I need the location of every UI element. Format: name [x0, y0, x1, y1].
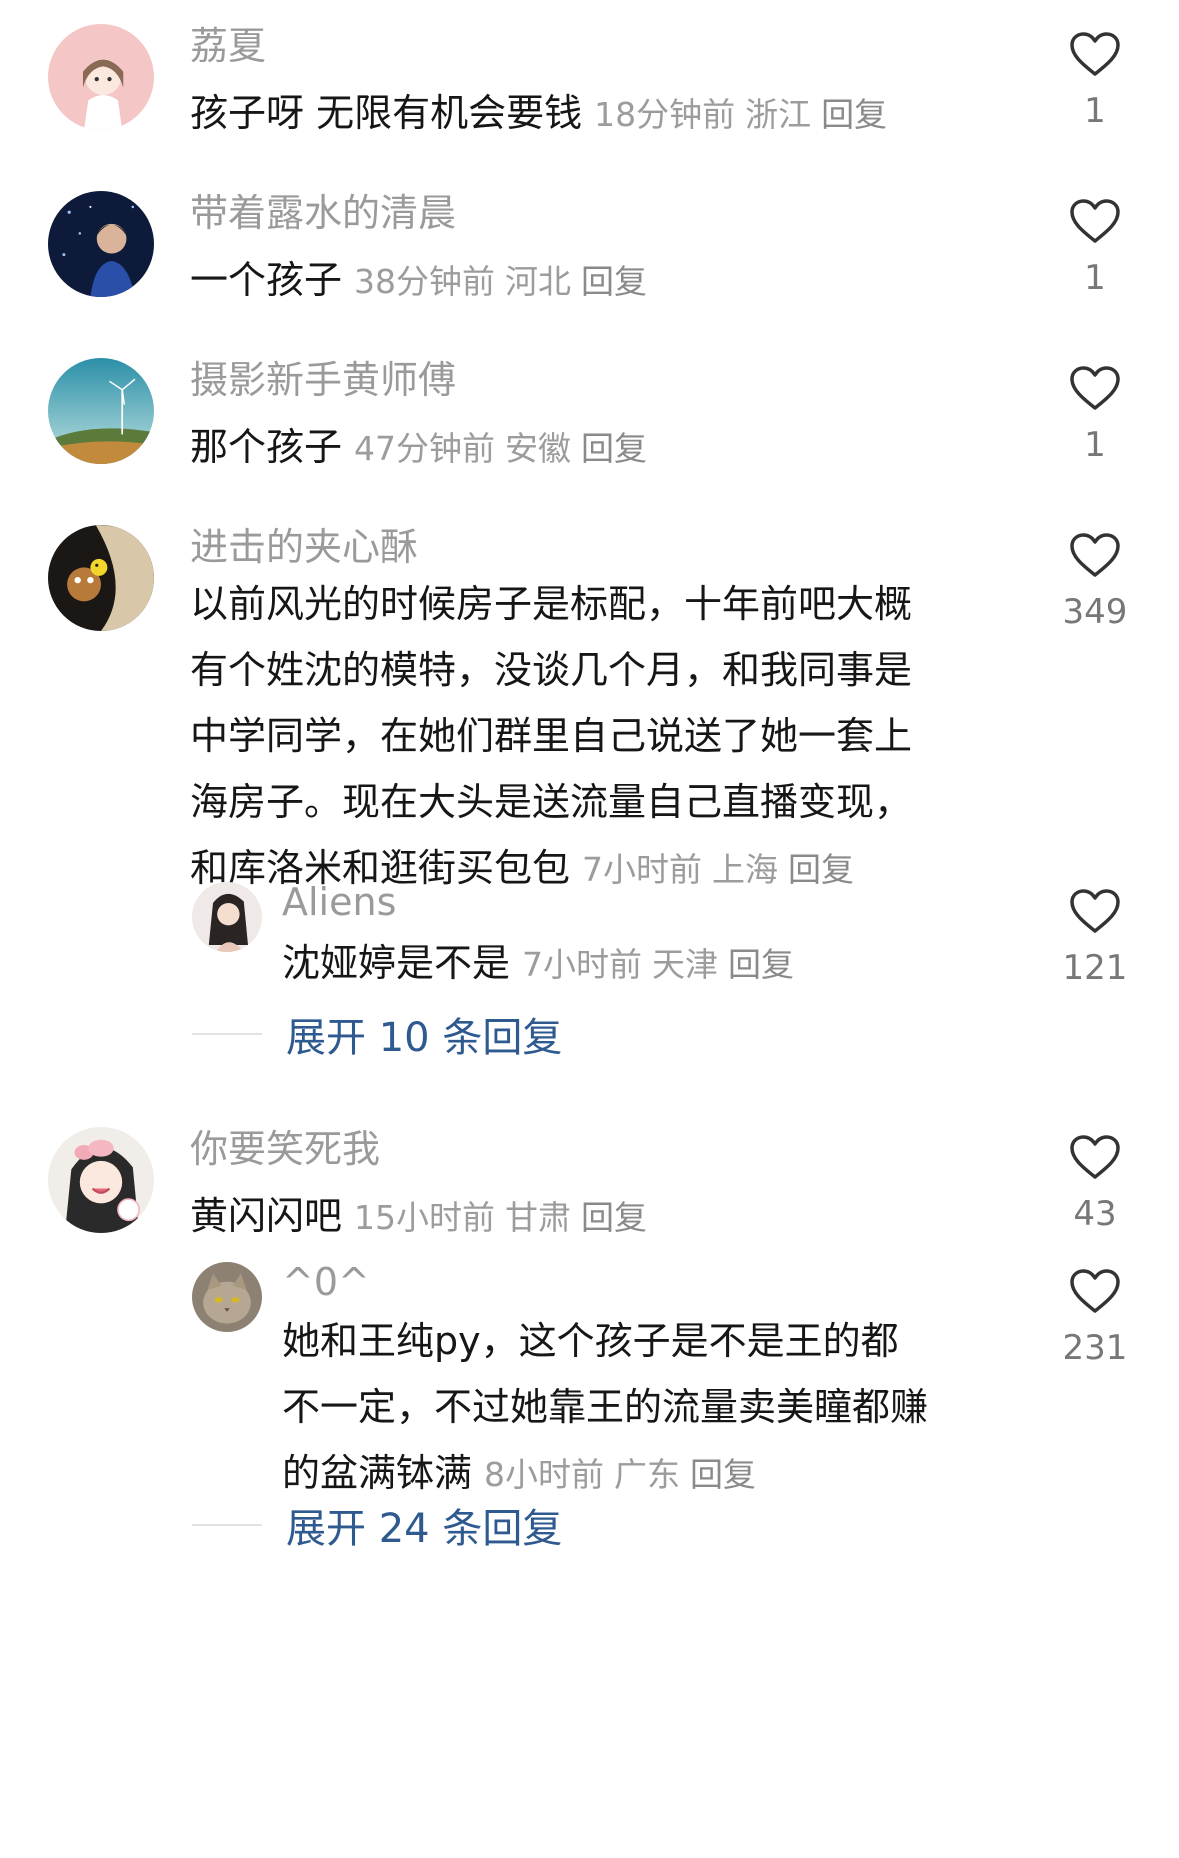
- like-button[interactable]: 43: [1060, 1134, 1130, 1234]
- comment-text: 那个孩子: [190, 425, 343, 469]
- comment-username[interactable]: ^0^: [282, 1258, 370, 1306]
- comment-text: 孩子呀 无限有机会要钱: [190, 91, 583, 135]
- comment-body: 沈娅婷是不是 7小时前 天津 回复: [282, 930, 1022, 998]
- comment-body: 以前风光的时候房子是标配，十年前吧大概 有个姓沈的模特，没谈几个月，和我同事是 …: [190, 571, 1020, 903]
- comment-location: 浙江: [745, 95, 812, 134]
- reply-button[interactable]: 回复: [581, 429, 647, 468]
- comment-text-line: 海房子。现在大头是送流量自己直播变现，: [190, 780, 913, 824]
- like-button[interactable]: 1: [1060, 365, 1130, 465]
- avatar[interactable]: [48, 1127, 154, 1233]
- heart-outline-icon: [1070, 199, 1120, 243]
- comment-location: 天津: [652, 945, 719, 984]
- comment-time: 47分钟前: [354, 429, 496, 468]
- comment-time: 18分钟前: [594, 95, 736, 134]
- avatar[interactable]: [48, 191, 154, 297]
- comment-meta: 47分钟前 安徽 回复: [354, 429, 657, 468]
- comment-location: 河北: [505, 262, 572, 301]
- reply-button[interactable]: 回复: [788, 850, 854, 889]
- comment-text-line: 不一定，不过她靠王的流量卖美瞳都赚: [282, 1385, 929, 1429]
- heart-outline-icon: [1070, 889, 1120, 933]
- comment-username[interactable]: 进击的夹心酥: [190, 523, 418, 571]
- expand-replies-label[interactable]: 展开 10 条回复: [286, 1005, 562, 1063]
- reply-button[interactable]: 回复: [581, 1198, 647, 1237]
- like-count: 1: [1084, 258, 1106, 298]
- comment-text-line: 以前风光的时候房子是标配，十年前吧大概: [190, 582, 913, 626]
- comment-text: 黄闪闪吧: [190, 1194, 343, 1238]
- heart-outline-icon: [1070, 32, 1120, 76]
- comment-meta: 18分钟前 浙江 回复: [594, 95, 897, 134]
- comment-text-line: 中学同学，在她们群里自己说送了她一套上: [190, 714, 913, 758]
- comment-time: 7小时前: [522, 945, 643, 984]
- comment-body: 孩子呀 无限有机会要钱 18分钟前 浙江 回复: [190, 80, 1020, 148]
- comments-page: { "comments": [ { "username": "荔夏", "tex…: [0, 0, 1179, 1858]
- like-count: 231: [1062, 1328, 1128, 1368]
- like-count: 1: [1084, 91, 1106, 131]
- like-count: 349: [1062, 592, 1128, 632]
- like-button[interactable]: 349: [1060, 532, 1130, 632]
- like-button[interactable]: 231: [1060, 1268, 1130, 1368]
- comment-location: 安徽: [505, 429, 572, 468]
- comment-time: 15小时前: [354, 1198, 496, 1237]
- avatar[interactable]: [192, 1262, 262, 1332]
- avatar[interactable]: [48, 358, 154, 464]
- comment-location: 广东: [614, 1455, 681, 1494]
- comment-username[interactable]: Aliens: [282, 878, 396, 926]
- comment-body: 一个孩子 38分钟前 河北 回复: [190, 247, 1020, 315]
- comment-text: 一个孩子: [190, 258, 343, 302]
- expand-replies-button[interactable]: 展开 24 条回复: [192, 1496, 562, 1554]
- comment-time: 38分钟前: [354, 262, 496, 301]
- comment-username[interactable]: 荔夏: [190, 22, 266, 70]
- comment-body: 那个孩子 47分钟前 安徽 回复: [190, 414, 1020, 482]
- comment-text: 沈娅婷是不是: [282, 941, 511, 985]
- comment-username[interactable]: 你要笑死我: [190, 1125, 380, 1173]
- like-button[interactable]: 1: [1060, 31, 1130, 131]
- reply-button[interactable]: 回复: [581, 262, 647, 301]
- avatar[interactable]: [48, 525, 154, 631]
- expand-replies-button[interactable]: 展开 10 条回复: [192, 1005, 562, 1063]
- expand-replies-label[interactable]: 展开 24 条回复: [286, 1496, 562, 1554]
- heart-outline-icon: [1070, 1135, 1120, 1179]
- like-button[interactable]: 1: [1060, 198, 1130, 298]
- heart-outline-icon: [1070, 1269, 1120, 1313]
- comment-body: 黄闪闪吧 15小时前 甘肃 回复: [190, 1183, 1020, 1251]
- comment-username[interactable]: 摄影新手黄师傅: [190, 356, 456, 404]
- comment-time: 7小时前: [582, 850, 703, 889]
- comment-meta: 8小时前 广东 回复: [484, 1455, 766, 1494]
- comment-location: 上海: [712, 850, 779, 889]
- comment-meta: 7小时前 天津 回复: [522, 945, 804, 984]
- comment-time: 8小时前: [484, 1455, 605, 1494]
- comment-location: 甘肃: [505, 1198, 572, 1237]
- like-count: 121: [1062, 948, 1128, 988]
- divider: [192, 1524, 262, 1526]
- like-count: 43: [1073, 1194, 1117, 1234]
- comment-meta: 15小时前 甘肃 回复: [354, 1198, 657, 1237]
- comment-text-line: 有个姓沈的模特，没谈几个月，和我同事是: [190, 648, 913, 692]
- reply-button[interactable]: 回复: [821, 95, 887, 134]
- reply-button[interactable]: 回复: [690, 1455, 756, 1494]
- like-button[interactable]: 121: [1060, 888, 1130, 988]
- avatar[interactable]: [192, 882, 262, 952]
- comment-meta: 38分钟前 河北 回复: [354, 262, 657, 301]
- comment-meta: 7小时前 上海 回复: [582, 850, 864, 889]
- comment-username[interactable]: 带着露水的清晨: [190, 189, 456, 237]
- avatar[interactable]: [48, 24, 154, 130]
- reply-button[interactable]: 回复: [728, 945, 794, 984]
- comment-body: 她和王纯py，这个孩子是不是王的都 不一定，不过她靠王的流量卖美瞳都赚 的盆满钵…: [282, 1308, 1022, 1508]
- heart-outline-icon: [1070, 366, 1120, 410]
- heart-outline-icon: [1070, 533, 1120, 577]
- comment-text-line: 的盆满钵满: [282, 1451, 473, 1495]
- like-count: 1: [1084, 425, 1106, 465]
- comment-text-line: 她和王纯py，这个孩子是不是王的都: [282, 1319, 899, 1363]
- divider: [192, 1033, 262, 1035]
